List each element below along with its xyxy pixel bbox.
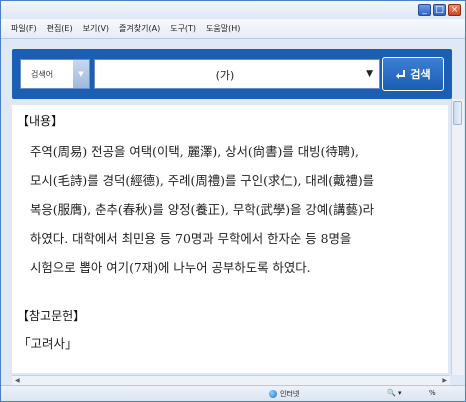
scroll-left-icon[interactable]: ◀ (15, 377, 20, 384)
menu-bar: 파일(F) 편집(E) 보기(V) 즐겨찾기(A) 도구(T) 도움말(H) (1, 19, 465, 39)
zoom-level[interactable]: % (429, 389, 436, 397)
body-line: 모시(毛詩)를 경덕(經德), 주례(周禮)를 구인(求仁), 대례(戴禮)를 (30, 173, 375, 188)
globe-icon (269, 390, 277, 398)
search-category-label: 검색어 (31, 70, 54, 79)
menu-help[interactable]: 도움말(H) (206, 23, 240, 34)
search-input[interactable]: (가) ▼ (94, 59, 380, 89)
browser-window: _ □ × 파일(F) 편집(E) 보기(V) 즐겨찾기(A) 도구(T) 도움… (0, 0, 466, 402)
maximize-button[interactable]: □ (433, 4, 446, 16)
section-title-content: 【내용】 (17, 114, 64, 128)
dropdown-arrow-icon[interactable]: ▼ (366, 69, 373, 79)
body-line: 하였다. 대학에서 최민용 등 70명과 무학에서 한자순 등 8명을 (30, 231, 352, 246)
zone-label: 인터넷 (280, 390, 300, 398)
close-button[interactable]: × (448, 4, 461, 16)
title-bar: _ □ × (1, 1, 465, 19)
menu-view[interactable]: 보기(V) (83, 23, 109, 34)
reference-item: 「고려사」 (18, 336, 78, 351)
menu-favorites[interactable]: 즐겨찾기(A) (119, 23, 160, 34)
search-bar: 검색어 ▼ (가) ▼ 검색 (12, 49, 452, 99)
security-zone: 인터넷 (269, 389, 299, 399)
body-line: 주역(周易) 전공을 여택(이택, 麗澤), 상서(尙書)를 대빙(待聘), (30, 144, 359, 159)
scroll-thumb[interactable] (453, 101, 462, 125)
body-text: 주역(周易) 전공을 여택(이택, 麗澤), 상서(尙書)를 대빙(待聘), 모… (30, 137, 442, 282)
menu-file[interactable]: 파일(F) (11, 23, 37, 34)
search-query-value: (가) (215, 69, 235, 82)
vertical-scrollbar[interactable] (451, 99, 464, 375)
search-button-label: 검색 (410, 68, 431, 81)
section-title-references: 【참고문헌】 (17, 309, 86, 323)
window-controls: _ □ × (418, 4, 461, 16)
body-line: 시험으로 뽑아 여기(7재)에 나누어 공부하도록 하였다. (30, 260, 311, 275)
chevron-down-icon[interactable]: ▼ (73, 60, 89, 88)
enter-arrow-icon (396, 69, 406, 79)
search-category-select[interactable]: 검색어 ▼ (20, 59, 90, 89)
body-line: 복응(服膺), 춘추(春秋)를 양정(養正), 무학(武學)을 강예(講藝)라 (30, 202, 375, 217)
search-button[interactable]: 검색 (382, 57, 444, 91)
content-panel: 【내용】 주역(周易) 전공을 여택(이택, 麗澤), 상서(尙書)를 대빙(待… (12, 105, 448, 373)
minimize-button[interactable]: _ (418, 4, 431, 16)
status-bar: 인터넷 🔍 ▾ % (1, 385, 465, 401)
menu-edit[interactable]: 편집(E) (47, 23, 73, 34)
zoom-icon[interactable]: 🔍 ▾ (387, 389, 401, 397)
menu-tools[interactable]: 도구(T) (170, 23, 196, 34)
scroll-right-icon[interactable]: ▶ (442, 377, 447, 384)
